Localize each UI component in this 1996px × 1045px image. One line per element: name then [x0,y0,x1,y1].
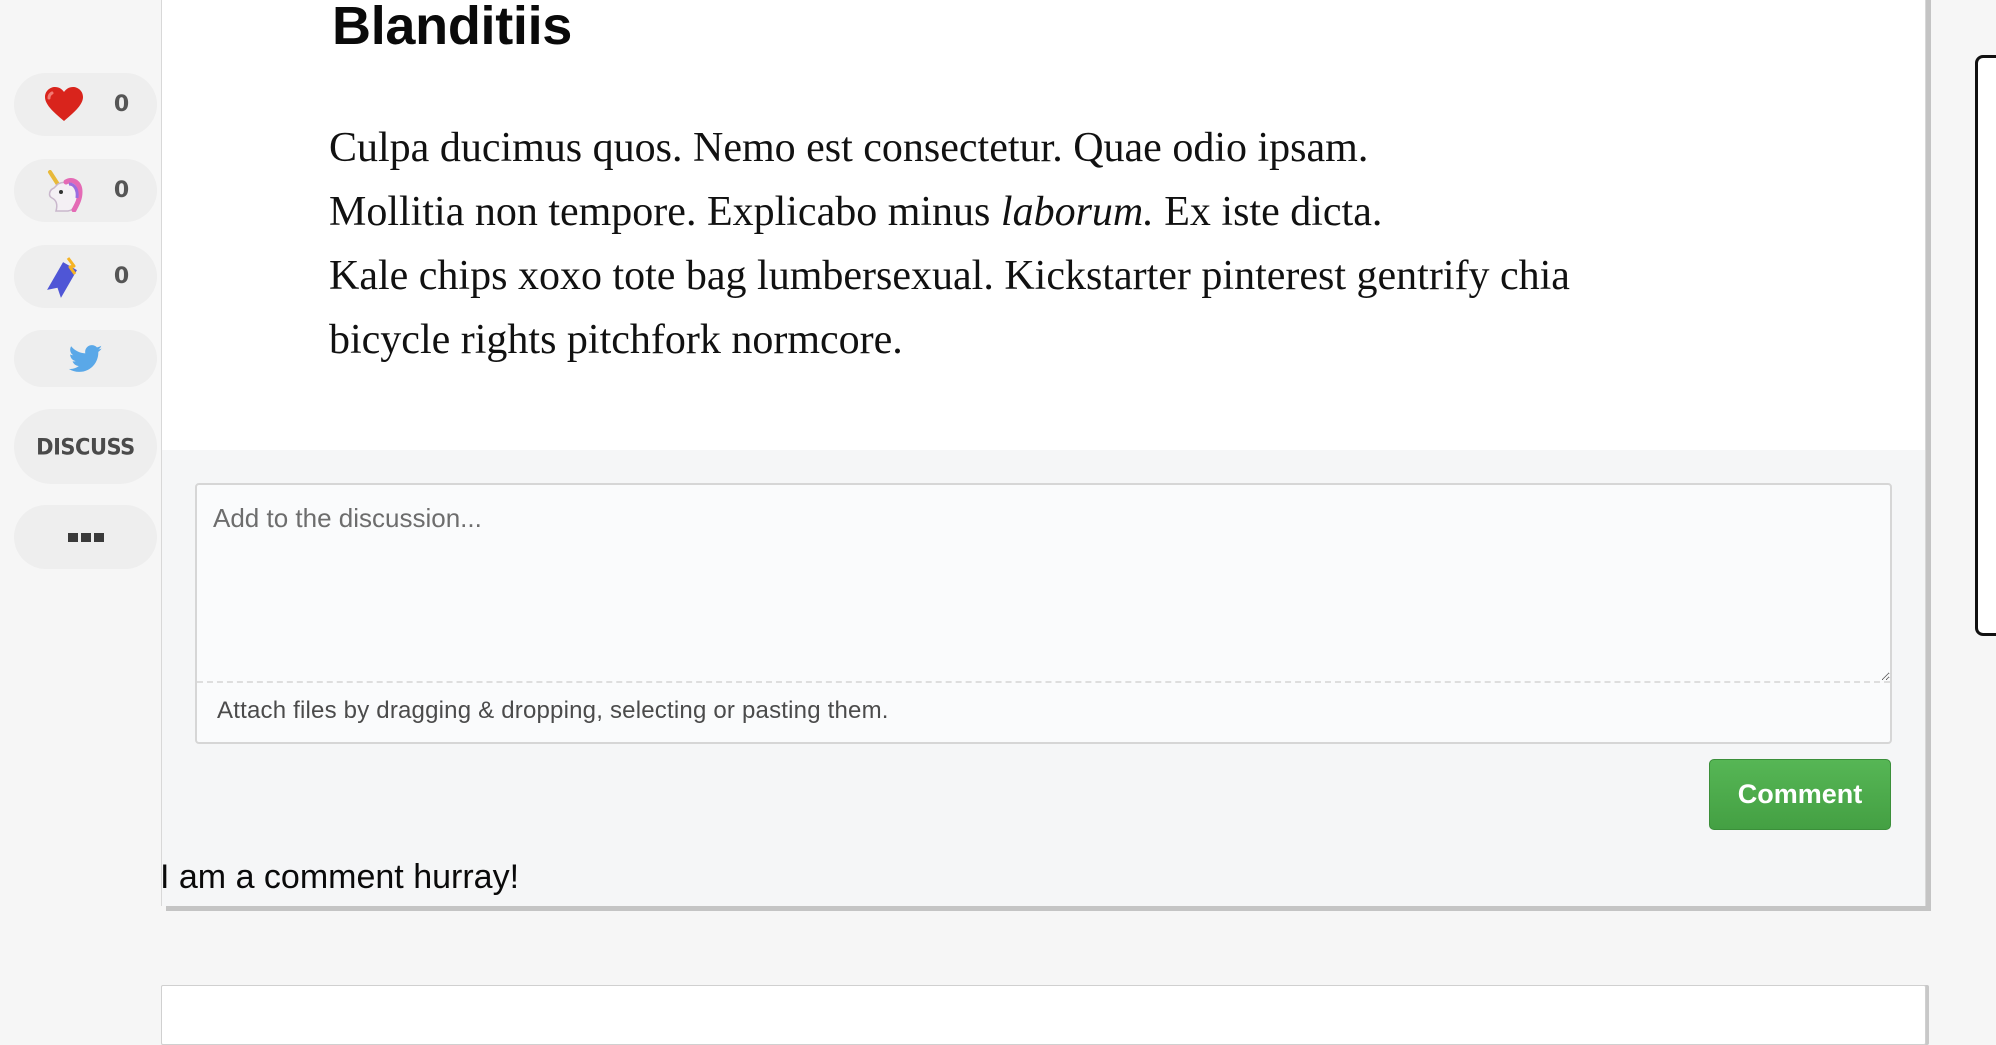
unicorn-count: 0 [113,178,130,203]
unicorn-icon [42,169,86,213]
next-article-card [161,985,1926,1045]
more-options-button[interactable] [14,505,157,569]
comment-submit-button[interactable]: Comment [1709,759,1891,830]
comment-box: Attach files by dragging & dropping, sel… [195,483,1892,744]
heart-icon [42,83,86,127]
reading-list-count: 0 [113,264,130,289]
article-heading: Blanditiis [332,0,573,56]
article-body: Culpa ducimus quos. Nemo est consectetur… [329,116,1789,372]
body-line: Kale chips xoxo tote bag lumbersexual. K… [329,253,1570,299]
discussion-section: Attach files by dragging & dropping, sel… [160,450,1925,906]
heart-count: 0 [113,92,130,117]
discuss-button[interactable]: DISCUSS [14,409,157,484]
twitter-share-button[interactable] [14,330,157,387]
reading-list-button[interactable]: 0 [14,245,157,308]
article-card: Blanditiis Culpa ducimus quos. Nemo est … [160,0,1926,906]
attach-files-hint[interactable]: Attach files by dragging & dropping, sel… [217,697,889,725]
body-text-emphasis: laborum. [1000,189,1154,235]
body-line: Mollitia non tempore. Explicabo minus la… [329,180,1789,244]
right-edge-panel [1975,55,1996,636]
body-line: Culpa ducimus quos. Nemo est consectetur… [329,125,1369,171]
body-text-segment: Ex iste dicta. [1153,189,1383,235]
comment-textarea[interactable] [197,485,1890,683]
more-dots-icon [67,532,104,542]
discuss-label: DISCUSS [36,433,135,460]
body-line: bicycle rights pitchfork normcore. [329,317,903,363]
unicorn-reaction-button[interactable]: 0 [14,159,157,222]
body-text-segment: Mollitia non tempore. Explicabo minus [329,189,1001,235]
twitter-icon [64,337,108,381]
comment-text: I am a comment hurray! [160,858,520,896]
heart-reaction-button[interactable]: 0 [14,73,157,136]
bookmark-icon [42,255,86,299]
